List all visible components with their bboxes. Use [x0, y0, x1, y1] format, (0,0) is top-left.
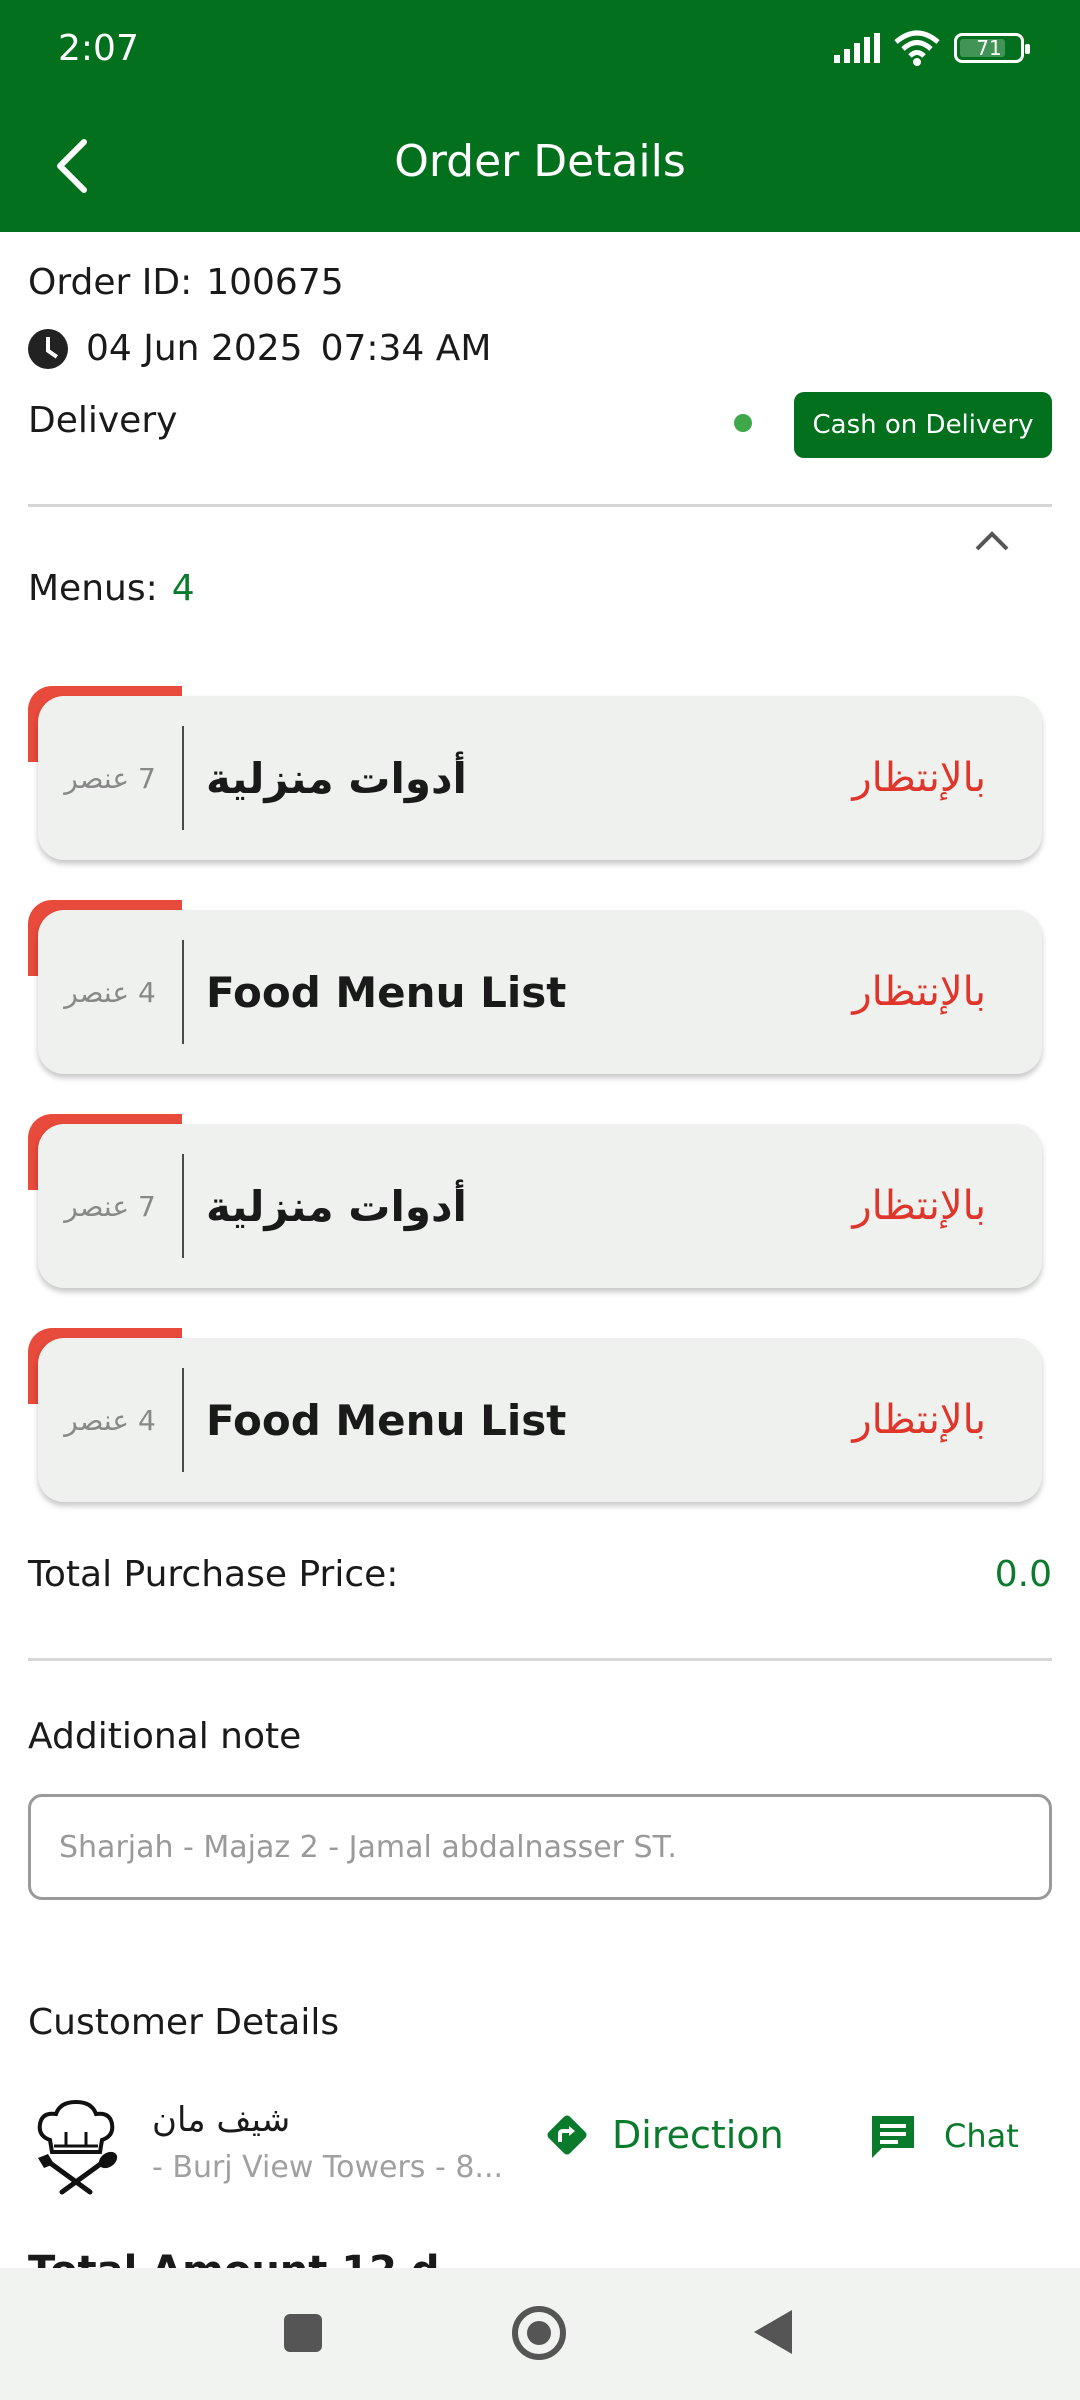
customer-row: شيف مان - Burj View Towers - 8... Direct…	[28, 2086, 1052, 2206]
menu-name: Food Menu List	[206, 967, 567, 1017]
menu-items-count: 7 عنصر	[64, 1189, 156, 1223]
battery-icon: 71	[954, 33, 1030, 63]
menu-items-count: 4 عنصر	[64, 975, 156, 1009]
battery-level: 71	[976, 36, 1002, 60]
menus-label: Menus:	[28, 568, 158, 609]
order-id-row: Order ID: 100675	[28, 262, 344, 303]
signal-icon	[834, 33, 880, 63]
additional-note-input[interactable]	[28, 1794, 1052, 1900]
menu-status: بالإنتظار	[852, 969, 986, 1015]
chat-label: Chat	[944, 2117, 1019, 2155]
menu-card-body[interactable]: 7 عنصر أدوات منزلية بالإنتظار	[38, 1124, 1042, 1288]
menu-status: بالإنتظار	[852, 1397, 986, 1443]
menu-card-body[interactable]: 4 عنصر Food Menu List بالإنتظار	[38, 910, 1042, 1074]
menu-card-body[interactable]: 7 عنصر أدوات منزلية بالإنتظار	[38, 696, 1042, 860]
divider	[182, 1368, 184, 1472]
menu-card[interactable]: 4 عنصر Food Menu List بالإنتظار	[28, 1328, 1052, 1508]
divider	[28, 1658, 1052, 1661]
direction-icon	[547, 2115, 587, 2155]
menus-count: 4	[171, 568, 195, 609]
order-type: Delivery	[28, 400, 178, 441]
divider	[182, 726, 184, 830]
divider	[182, 1154, 184, 1258]
chat-button[interactable]: Chat	[868, 2112, 1019, 2160]
chevron-up-icon	[975, 531, 1009, 551]
direction-label: Direction	[612, 2113, 784, 2157]
order-id-label: Order ID:	[28, 262, 193, 303]
recents-button[interactable]	[284, 2314, 322, 2352]
menu-items-count: 4 عنصر	[64, 1403, 156, 1437]
status-icons: 71	[834, 30, 1030, 66]
order-date: 04 Jun 2025	[86, 328, 303, 369]
chat-icon	[872, 2116, 914, 2158]
status-dot	[734, 414, 752, 432]
status-bar: 2:07 71	[0, 0, 1080, 100]
menu-card[interactable]: 4 عنصر Food Menu List بالإنتظار	[28, 900, 1052, 1080]
menu-name: Food Menu List	[206, 1395, 567, 1445]
customer-name: شيف مان	[152, 2100, 291, 2140]
menu-status: بالإنتظار	[852, 1183, 986, 1229]
divider	[182, 940, 184, 1044]
customer-details-label: Customer Details	[28, 2002, 340, 2043]
system-nav-bar	[0, 2268, 1080, 2400]
customer-address: - Burj View Towers - 8...	[152, 2150, 504, 2185]
back-nav-button[interactable]	[754, 2310, 792, 2354]
wifi-icon	[894, 30, 940, 66]
home-button[interactable]	[512, 2306, 566, 2360]
total-price-row: Total Purchase Price: 0.0	[28, 1554, 1052, 1595]
total-price-value: 0.0	[994, 1554, 1052, 1595]
menu-items-count: 7 عنصر	[64, 761, 156, 795]
order-time: 07:34 AM	[320, 328, 492, 369]
menu-name: أدوات منزلية	[206, 753, 467, 803]
menu-status: بالإنتظار	[852, 755, 986, 801]
menu-name: أدوات منزلية	[206, 1181, 467, 1231]
order-datetime-row: 04 Jun 2025 07:34 AM	[28, 328, 491, 369]
clock-icon	[28, 328, 68, 369]
payment-method-button[interactable]: Cash on Delivery	[794, 392, 1052, 458]
collapse-button[interactable]	[962, 516, 1022, 566]
divider	[28, 504, 1052, 507]
menus-count-row: Menus: 4	[28, 568, 195, 609]
order-id-value: 100675	[206, 262, 344, 303]
direction-button[interactable]: Direction	[544, 2112, 784, 2158]
menu-card[interactable]: 7 عنصر أدوات منزلية بالإنتظار	[28, 1114, 1052, 1294]
app-bar: Order Details	[0, 100, 1080, 232]
menu-card[interactable]: 7 عنصر أدوات منزلية بالإنتظار	[28, 686, 1052, 866]
chef-avatar-icon	[37, 2099, 118, 2195]
status-time: 2:07	[58, 28, 139, 69]
total-price-label: Total Purchase Price:	[28, 1554, 399, 1595]
page-title: Order Details	[394, 136, 686, 187]
menu-card-body[interactable]: 4 عنصر Food Menu List بالإنتظار	[38, 1338, 1042, 1502]
additional-note-label: Additional note	[28, 1716, 302, 1757]
